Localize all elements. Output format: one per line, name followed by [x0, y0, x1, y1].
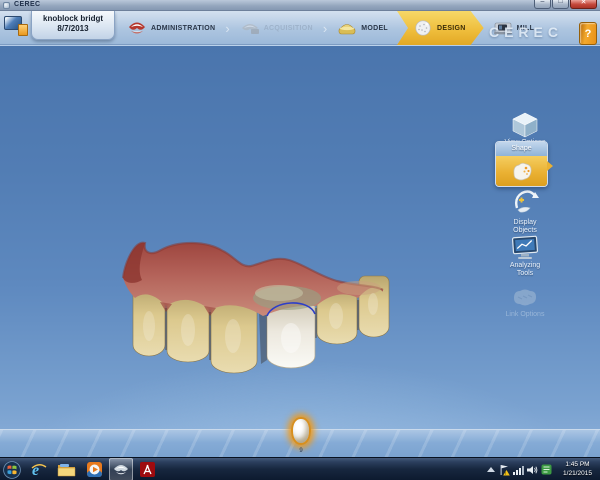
dental-3d-model[interactable]: [115, 226, 395, 386]
sidebar-item-analyzing-tools[interactable]: Analyzing Tools: [501, 235, 549, 279]
taskbar-adobe-reader[interactable]: [138, 460, 157, 479]
tray-action-center[interactable]: !: [499, 464, 510, 476]
clock-time: 1:45 PM: [565, 460, 590, 468]
taskbar-internet-explorer[interactable]: e: [29, 460, 48, 479]
shape-tool-button[interactable]: [496, 156, 547, 186]
link-options-icon: [514, 289, 536, 306]
model-jaw-icon: [338, 24, 356, 35]
restoration-tooth-button[interactable]: [291, 417, 311, 445]
taskbar-media-player[interactable]: [85, 460, 104, 479]
svg-text:!: !: [505, 471, 506, 476]
sidebar-item-label: Link Options: [505, 311, 545, 318]
patient-date: 8/7/2013: [57, 24, 89, 33]
close-button[interactable]: ✕: [570, 0, 597, 9]
chevron-up-icon: [486, 466, 495, 472]
tab-label: DESIGN: [437, 24, 466, 32]
shape-tool-panel[interactable]: Shape: [495, 141, 553, 187]
sidebar-item-display-objects[interactable]: Display Objects: [501, 188, 549, 236]
document-icon: [18, 24, 28, 36]
tray-volume[interactable]: [527, 464, 538, 476]
tab-design[interactable]: DESIGN: [397, 11, 484, 45]
patient-name: knoblock bridgt: [43, 14, 103, 23]
phase-toolbar: knoblock bridgt 8/7/2013 ADMINISTRATION …: [0, 11, 600, 45]
windows-orb-icon: [2, 460, 21, 479]
minimize-button[interactable]: –: [534, 0, 551, 9]
taskbar-cerec-app[interactable]: [109, 458, 133, 480]
cerec-system-icon[interactable]: [4, 14, 28, 36]
shape-tooth-icon: [513, 162, 531, 181]
flyout-arrow-icon: [547, 161, 553, 171]
design-tooth-icon: [413, 19, 433, 37]
cerec-denture-icon: [114, 465, 128, 475]
tab-label: ADMINISTRATION: [151, 24, 216, 32]
media-player-icon: [87, 462, 102, 477]
cerec-logo: CEREC: [488, 24, 563, 40]
tray-expand-button[interactable]: [485, 464, 496, 476]
tray-app-status[interactable]: [541, 464, 552, 476]
system-tray: ! 1:45 PM 1/21/2015: [485, 458, 600, 480]
flag-warning-icon: !: [500, 464, 510, 476]
network-bars-icon: [513, 465, 524, 475]
sidebar-item-link-options[interactable]: Link Options: [501, 286, 549, 319]
patient-tab[interactable]: knoblock bridgt 8/7/2013: [31, 11, 115, 40]
shape-panel-title: Shape: [496, 142, 547, 156]
adobe-reader-icon: [140, 462, 155, 477]
display-objects-icon: [514, 190, 539, 213]
3d-viewport: Shape View Options: [0, 45, 600, 458]
start-button[interactable]: [2, 460, 21, 479]
phase-navigation: ADMINISTRATION › ACQUISITION › MODEL DES…: [118, 11, 543, 45]
clock-date: 1/21/2015: [563, 469, 592, 477]
windows-taskbar: e ! 1:45 PM 1/21/2015: [0, 457, 600, 480]
window-app-icon: [3, 2, 10, 9]
denture-icon: [129, 22, 145, 34]
cerec-application-window: CEREC – □ ✕ knoblock bridgt 8/7/2013 ADM…: [0, 0, 600, 480]
sidebar-item-label: Display Objects: [513, 219, 537, 235]
taskbar-clock[interactable]: 1:45 PM 1/21/2015: [555, 461, 598, 479]
window-title: CEREC: [14, 1, 41, 8]
taskbar-windows-explorer[interactable]: [57, 460, 76, 479]
help-button[interactable]: ?: [579, 22, 597, 45]
window-titlebar: CEREC – □ ✕: [0, 0, 600, 11]
tab-acquisition[interactable]: ACQUISITION: [231, 11, 322, 45]
sidebar-item-label: Analyzing Tools: [509, 262, 541, 278]
tab-label: MODEL: [361, 24, 389, 32]
speaker-icon: [527, 465, 538, 474]
camera-denture-icon: [241, 24, 259, 34]
cube-icon: [512, 112, 538, 138]
tab-administration[interactable]: ADMINISTRATION: [118, 11, 224, 45]
folder-icon: [57, 463, 76, 476]
analyzing-monitor-icon: [511, 235, 539, 259]
tab-label: ACQUISITION: [263, 24, 313, 32]
internet-explorer-icon: e: [31, 462, 46, 479]
tooth-number-label: 9: [299, 448, 303, 454]
status-app-icon: [541, 464, 552, 475]
maximize-button[interactable]: □: [552, 0, 569, 9]
tray-network[interactable]: [513, 464, 524, 476]
tab-model[interactable]: MODEL: [328, 11, 397, 45]
